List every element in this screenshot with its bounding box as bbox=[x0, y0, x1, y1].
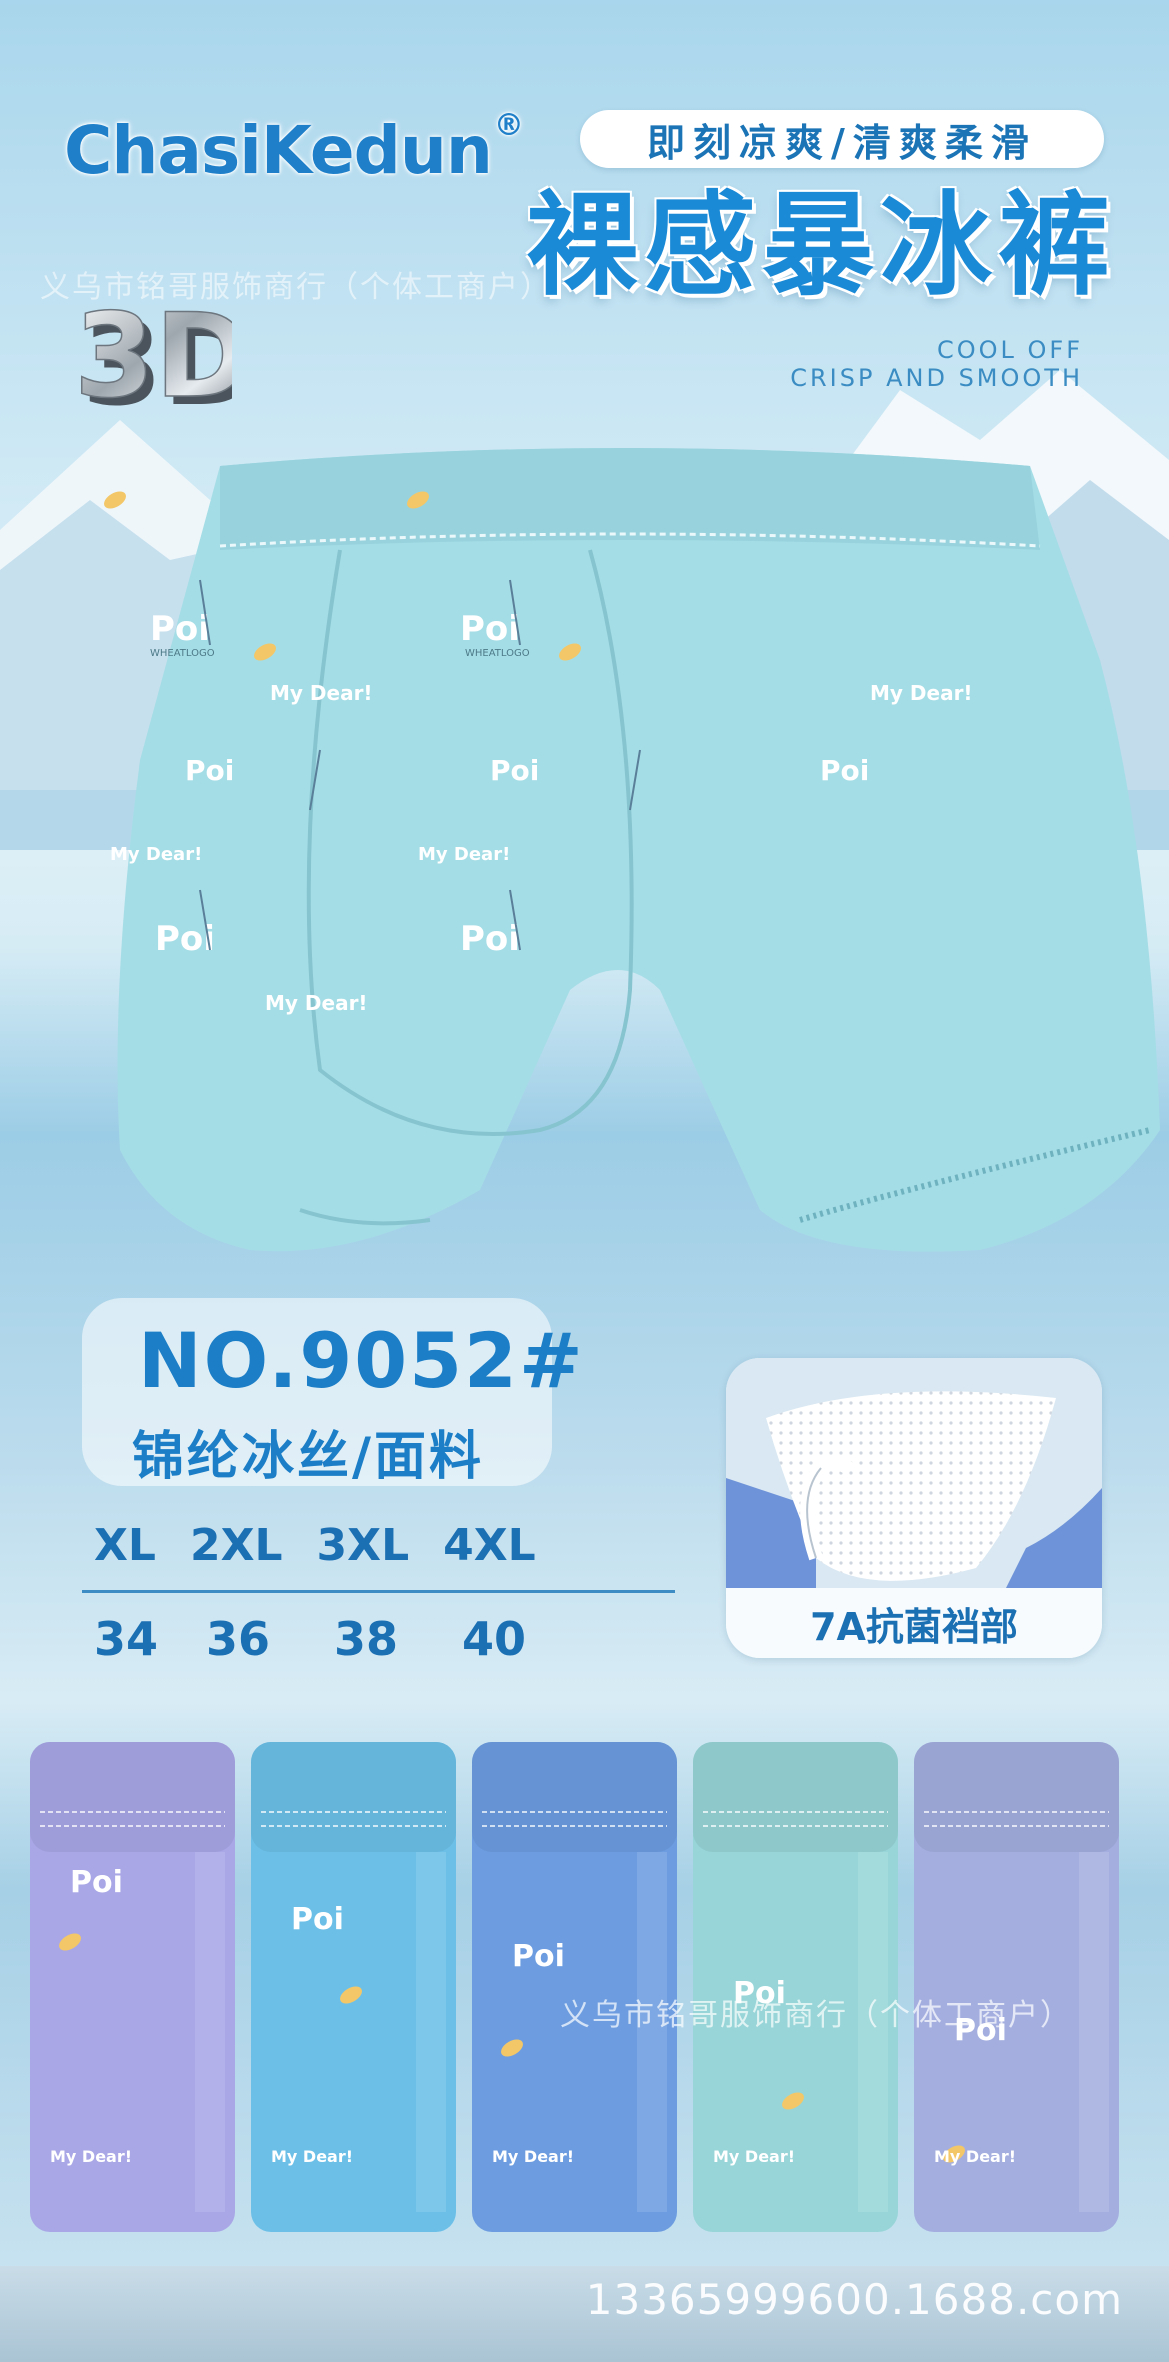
model-number: NO.9052# bbox=[138, 1316, 585, 1405]
registered-mark: ® bbox=[493, 108, 524, 143]
print-poi: Poi bbox=[460, 919, 520, 959]
feature-card: 7A抗菌裆部 bbox=[726, 1358, 1102, 1658]
color-variant-roll: Poi My Dear! bbox=[472, 1742, 677, 2232]
color-variant-roll: PoiMy Dear! bbox=[693, 1742, 898, 2232]
print-poi: Poi bbox=[150, 609, 210, 649]
print-my-dear: My Dear! bbox=[934, 2147, 1016, 2166]
size-item: XL bbox=[94, 1520, 156, 1571]
size-item: 3XL bbox=[316, 1520, 410, 1571]
contact-url: 13365999600.1688.com bbox=[585, 2275, 1123, 2324]
brand-logo: ChasiKedun® bbox=[64, 108, 524, 189]
english-line-1: COOL OFF bbox=[936, 336, 1083, 364]
print-wheatlogo: WHEATLOGO bbox=[150, 648, 215, 659]
waist-item: 36 bbox=[206, 1612, 271, 1666]
print-my-dear: My Dear! bbox=[492, 2147, 574, 2166]
product-image-boxer-briefs: Poi WHEATLOGO Poi WHEATLOGO My Dear! My … bbox=[104, 448, 1160, 1252]
print-my-dear: My Dear! bbox=[870, 681, 973, 705]
waist-item: 38 bbox=[334, 1612, 399, 1666]
print-poi: Poi bbox=[490, 754, 539, 787]
color-variant-roll: Poi My Dear! bbox=[251, 1742, 456, 2232]
fabric-label: 锦纶冰丝/面料 bbox=[132, 1427, 484, 1487]
3d-badge-text: 3D bbox=[74, 294, 232, 424]
brand-name: ChasiKedun bbox=[64, 112, 493, 189]
print-poi: Poi bbox=[185, 754, 234, 787]
print-my-dear: My Dear! bbox=[110, 844, 202, 865]
print-poi: Poi bbox=[70, 1865, 123, 1900]
waist-list: 34 36 38 40 bbox=[94, 1612, 526, 1666]
print-my-dear: My Dear! bbox=[270, 681, 373, 705]
print-my-dear: My Dear! bbox=[418, 844, 510, 865]
print-poi: Poi bbox=[512, 1939, 565, 1974]
print-my-dear: My Dear! bbox=[265, 991, 368, 1015]
size-divider bbox=[82, 1590, 675, 1593]
headline: 裸感暴冰裤 bbox=[526, 181, 1116, 311]
color-variant-roll: PoiMy Dear! bbox=[914, 1742, 1119, 2232]
waist-item: 34 bbox=[94, 1612, 159, 1666]
waist-item: 40 bbox=[462, 1612, 527, 1666]
print-wheatlogo: WHEATLOGO bbox=[465, 648, 530, 659]
print-my-dear: My Dear! bbox=[713, 2147, 795, 2166]
watermark-text: 义乌市铭哥服饰商行（个体工商户） bbox=[560, 1998, 1072, 2033]
size-item: 2XL bbox=[189, 1520, 283, 1571]
size-list: XL 2XL 3XL 4XL bbox=[94, 1520, 570, 1571]
feature-label: 7A抗菌裆部 bbox=[726, 1588, 1102, 1658]
color-variant-roll: Poi My Dear! bbox=[30, 1742, 235, 2232]
english-line-2: CRISP AND SMOOTH bbox=[790, 364, 1083, 392]
crotch-mesh-image bbox=[726, 1358, 1102, 1588]
print-my-dear: My Dear! bbox=[271, 2147, 353, 2166]
print-poi: Poi bbox=[820, 754, 869, 787]
print-poi: Poi bbox=[291, 1902, 344, 1937]
tagline-pill: 即刻凉爽/清爽柔滑 bbox=[580, 110, 1104, 168]
3d-badge: 3D 3D bbox=[73, 294, 232, 424]
advert-canvas: 义乌市铭哥服饰商行（个体工商户） ChasiKedun® 3D 3D 即刻凉爽/… bbox=[0, 0, 1169, 2362]
size-item: 4XL bbox=[443, 1520, 536, 1571]
print-my-dear: My Dear! bbox=[50, 2147, 132, 2166]
print-poi: Poi bbox=[460, 609, 520, 649]
